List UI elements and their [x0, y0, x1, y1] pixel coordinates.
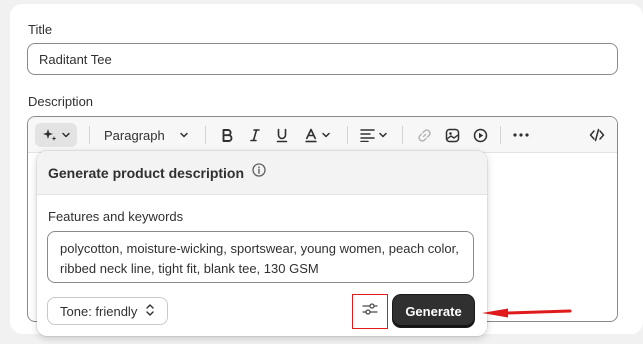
tone-label: Tone: friendly — [60, 303, 138, 319]
link-icon[interactable] — [413, 123, 435, 147]
generate-description-popover: Generate product description Features an… — [37, 151, 487, 336]
toolbar-divider — [205, 126, 206, 144]
keywords-label: Features and keywords — [48, 209, 184, 224]
chevron-down-icon — [378, 130, 388, 140]
text-color-icon — [304, 128, 318, 143]
paragraph-label: Paragraph — [104, 127, 165, 143]
title-label: Title — [28, 22, 53, 37]
video-icon[interactable] — [469, 123, 491, 147]
toolbar-divider — [347, 126, 348, 144]
tone-select[interactable]: Tone: friendly — [47, 297, 168, 325]
info-icon[interactable] — [252, 163, 266, 182]
ai-generate-button[interactable] — [35, 123, 77, 147]
editor-toolbar: Paragraph — [28, 117, 617, 153]
chevron-down-icon — [61, 130, 71, 140]
magic-sparkle-icon — [42, 127, 58, 143]
bold-icon[interactable] — [216, 123, 238, 147]
toolbar-divider — [500, 126, 501, 144]
text-color-button[interactable] — [300, 123, 334, 147]
align-icon — [360, 128, 375, 142]
sliders-icon — [362, 302, 378, 321]
generate-button[interactable]: Generate — [393, 295, 474, 327]
select-chevron-icon — [145, 303, 155, 320]
more-icon[interactable] — [510, 123, 532, 147]
popover-title: Generate product description — [48, 164, 245, 181]
underline-icon[interactable] — [271, 123, 293, 147]
annotation-arrow-icon — [482, 308, 572, 318]
keywords-textarea[interactable]: polycotton, moisture-wicking, sportswear… — [47, 231, 474, 283]
generation-settings-button[interactable] — [352, 294, 388, 329]
title-input[interactable]: Raditant Tee — [27, 43, 618, 75]
chevron-down-icon — [179, 130, 189, 140]
paragraph-dropdown[interactable]: Paragraph — [98, 123, 194, 147]
toolbar-divider — [402, 126, 403, 144]
image-icon[interactable] — [441, 123, 463, 147]
popover-header: Generate product description — [37, 151, 487, 195]
italic-icon[interactable] — [244, 123, 266, 147]
code-icon[interactable] — [586, 123, 608, 147]
toolbar-divider — [89, 126, 90, 144]
description-label: Description — [28, 94, 94, 109]
align-button[interactable] — [357, 123, 391, 147]
chevron-down-icon — [321, 130, 331, 140]
